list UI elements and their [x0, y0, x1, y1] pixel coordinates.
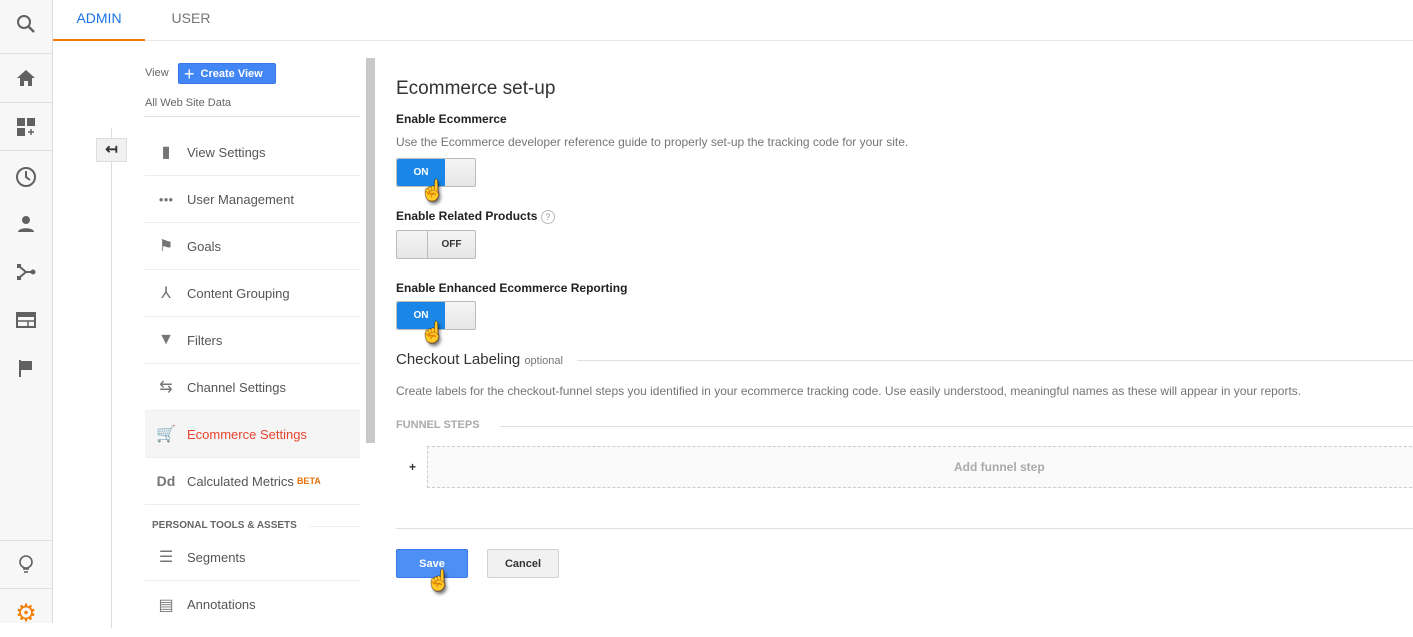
left-rail: ⚙	[0, 0, 53, 627]
search-icon[interactable]	[0, 0, 52, 48]
dashboard-add-icon[interactable]	[0, 103, 52, 151]
gear-icon[interactable]: ⚙	[0, 589, 52, 637]
dd-icon: Dd	[156, 473, 176, 489]
enable-ecommerce-desc: Use the Ecommerce developer reference gu…	[396, 135, 909, 149]
cart-icon: 🛒	[156, 426, 176, 443]
related-products-toggle[interactable]: OFF	[396, 230, 476, 259]
section-heading: PERSONAL TOOLS & ASSETS	[152, 520, 297, 531]
enhanced-ecommerce-label: Enable Enhanced Ecommerce Reporting	[396, 281, 628, 295]
funnel-steps-heading: FUNNEL STEPS	[396, 419, 480, 431]
hand-cursor-icon: ☝	[426, 570, 451, 592]
page-title: Ecommerce set-up	[396, 78, 556, 99]
nav-item-channel-settings[interactable]: ⇆ Channel Settings	[145, 364, 360, 411]
filter-icon: ▼	[158, 331, 174, 348]
annotation-icon: ▤	[158, 596, 174, 614]
help-icon[interactable]: ?	[540, 210, 555, 224]
nav-item-label: Goals	[187, 238, 221, 254]
enable-ecommerce-label: Enable Ecommerce	[396, 112, 507, 126]
add-funnel-step-label: Add funnel step	[954, 460, 1045, 474]
segments-icon: ☰	[158, 549, 174, 566]
person-icon[interactable]	[0, 200, 52, 248]
view-label: View	[145, 67, 169, 79]
hand-cursor-icon: ☝	[420, 180, 445, 202]
scrollbar[interactable]	[366, 58, 375, 443]
checkout-labeling-desc: Create labels for the checkout-funnel st…	[396, 384, 1302, 398]
create-view-button[interactable]: + Create View	[178, 63, 276, 84]
tab-admin[interactable]: ADMIN	[53, 0, 145, 41]
toggle-state: OFF	[427, 231, 475, 258]
nav-item-label: Channel Settings	[187, 379, 287, 395]
nav-item-view-settings[interactable]: ▮ View Settings	[145, 129, 360, 176]
channel-icon: ⇆	[159, 379, 173, 396]
home-icon[interactable]	[0, 54, 52, 102]
lightbulb-icon[interactable]	[0, 541, 52, 589]
nav-item-ecommerce-settings[interactable]: 🛒 Ecommerce Settings	[145, 411, 360, 458]
create-view-label: Create View	[200, 67, 263, 80]
hand-cursor-icon: ☝	[420, 322, 445, 344]
tab-user[interactable]: USER	[145, 0, 237, 41]
nav-item-segments[interactable]: ☰ Segments	[145, 534, 360, 581]
cancel-button[interactable]: Cancel	[487, 549, 559, 578]
admin-tabs: ADMIN USER	[53, 0, 1413, 41]
document-icon: ▮	[161, 144, 171, 161]
nav-item-label: Segments	[187, 549, 246, 565]
view-selector[interactable]: All Web Site Data	[145, 97, 231, 109]
nav-item-label: View Settings	[187, 144, 266, 160]
beta-badge: BETA	[296, 476, 321, 486]
column-divider	[111, 128, 112, 628]
nav-item-user-management[interactable]: ●●● User Management	[145, 176, 360, 223]
plus-icon: +	[409, 460, 417, 474]
flag-icon: ⚑	[158, 238, 174, 255]
content-grouping-icon: ⅄	[161, 285, 171, 302]
nav-item-label: Ecommerce Settings	[187, 426, 307, 442]
clock-icon[interactable]	[0, 153, 52, 201]
nav-item-filters[interactable]: ▼ Filters	[145, 317, 360, 364]
users-icon: ●●●	[158, 194, 174, 204]
related-products-label: Enable Related Products ?	[396, 209, 555, 224]
nav-item-label: Calculated Metrics	[187, 473, 294, 489]
add-funnel-step-button[interactable]: Add funnel step	[427, 446, 1413, 488]
plus-icon: +	[184, 63, 195, 84]
nav-item-calculated-metrics[interactable]: Dd Calculated Metrics BETA	[145, 458, 360, 505]
nav-item-label: Filters	[187, 332, 223, 348]
checkout-labeling-title: Checkout Labeling optional	[396, 351, 563, 368]
branch-icon[interactable]	[0, 248, 52, 296]
nav-item-goals[interactable]: ⚑ Goals	[145, 223, 360, 270]
nav-item-content-grouping[interactable]: ⅄ Content Grouping	[145, 270, 360, 317]
layout-icon[interactable]	[0, 296, 52, 344]
nav-item-label: Content Grouping	[187, 285, 290, 301]
nav-item-label: Annotations	[187, 597, 256, 612]
back-arrow-button[interactable]: ↤	[96, 138, 127, 162]
back-arrow-icon: ↤	[105, 141, 118, 158]
nav-item-label: User Management	[187, 191, 294, 207]
nav-item-annotations[interactable]: ▤ Annotations	[145, 581, 360, 628]
flag-icon[interactable]	[0, 344, 52, 392]
